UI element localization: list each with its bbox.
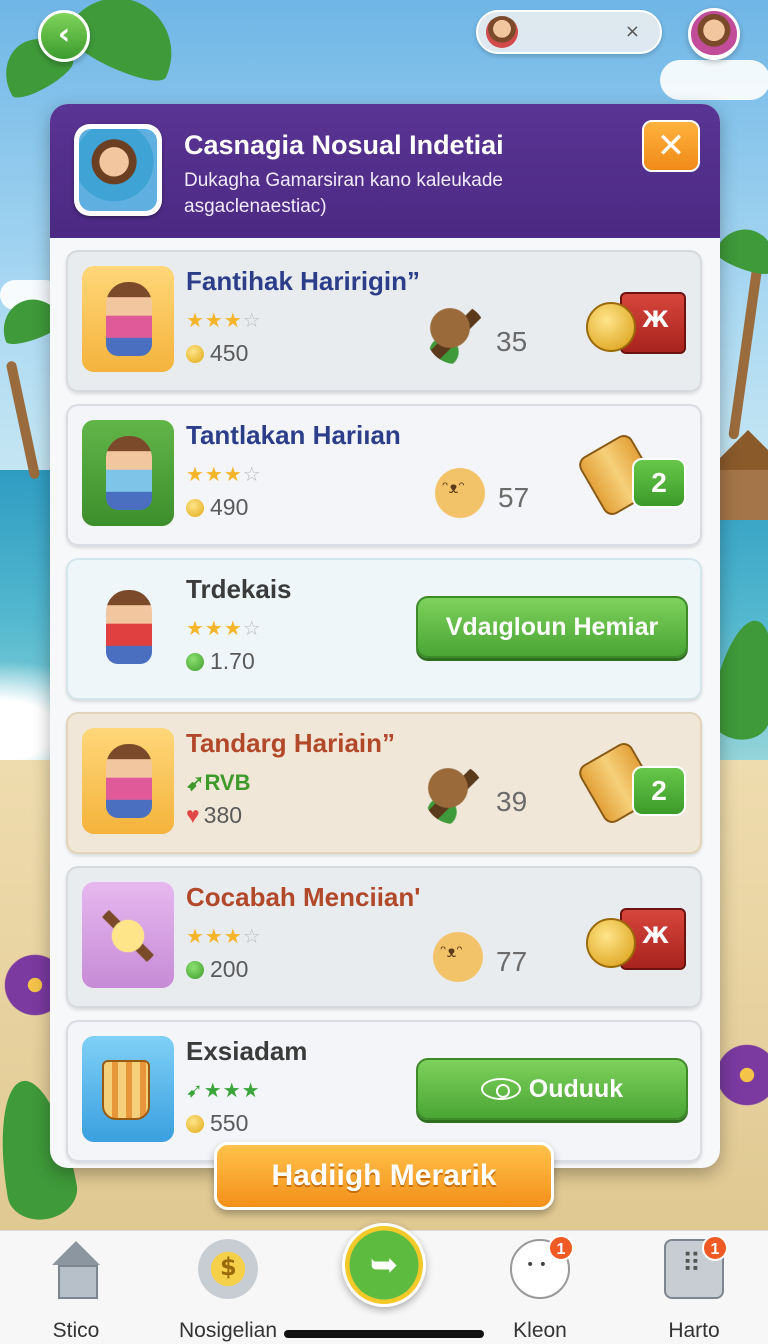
face-icon: 1 (510, 1235, 574, 1299)
coin-icon (186, 499, 204, 517)
quest-card[interactable]: Trdekais ★★★☆ 1.70 Vdaıgloun Hemiar (66, 558, 702, 700)
quest-cost: 1.70 (186, 648, 255, 675)
rewards-cta-button[interactable]: Hadiigh Merarik (214, 1142, 554, 1210)
star-rating: ★★★☆ (186, 462, 262, 486)
rvb-badge: ➹RVB (186, 770, 251, 795)
quest-cost: 490 (186, 494, 248, 521)
drink-icon (82, 1036, 174, 1142)
quest-cost: 450 (186, 340, 248, 367)
avatar (486, 16, 518, 48)
bottom-nav: Stico Nosigelian ➥ 1 Kleon 1 Harto (0, 1223, 768, 1344)
star-rating: ★★★☆ (186, 924, 262, 948)
quest-card[interactable]: Fantihak Haririgin” ★★★☆ 450 35 (66, 250, 702, 392)
profile-pill[interactable]: × (476, 10, 662, 54)
quest-cost: ♥ 380 (186, 802, 243, 828)
character-icon (82, 266, 174, 372)
slingshot-icon (82, 882, 174, 988)
pastry-reward-icon[interactable]: 2 (575, 431, 686, 519)
gem-icon (186, 653, 204, 671)
pastry-reward-icon[interactable]: 2 (575, 739, 686, 827)
star-rating: ★★★☆ (186, 308, 262, 332)
quest-title: Trdekais (186, 574, 292, 604)
coin-icon (186, 1115, 204, 1133)
quest-title: Fantihak Haririgin” (186, 266, 421, 296)
home-indicator (284, 1330, 484, 1338)
gem-icon (186, 961, 204, 979)
close-button[interactable]: ✕ (642, 120, 700, 172)
quest-card[interactable]: Exsiadam ➹★★★ 550 Ouduuk (66, 1020, 702, 1162)
panel-header: Casnagia Nosual Indetiai Dukagha Gamarsi… (50, 104, 720, 238)
quest-title: Exsiadam (186, 1036, 308, 1066)
event-panel: Casnagia Nosual Indetiai Dukagha Gamarsi… (50, 104, 720, 1168)
coin-gear-icon (198, 1239, 258, 1299)
coconut-item-icon (426, 304, 486, 364)
quest-card[interactable]: Cocabah Menciian' ★★★☆ 200 77 (66, 866, 702, 1008)
eye-icon (480, 1078, 521, 1100)
notification-badge: 1 (702, 1235, 728, 1261)
item-count: 57 (498, 482, 530, 513)
home-icon (46, 1239, 106, 1299)
nav-item-harto[interactable]: 1 Harto (634, 1235, 754, 1342)
quest-title: Tandarg Hariain” (186, 728, 396, 758)
quest-cost: 550 (186, 1110, 248, 1137)
quest-action-button[interactable]: Vdaıgloun Hemiar (416, 596, 688, 658)
reward-count-badge: 2 (632, 458, 686, 508)
star-rating: ➹★★★ (186, 1078, 261, 1102)
critter-item-icon (430, 460, 490, 520)
computer-icon: 1 (664, 1235, 728, 1299)
character-icon (82, 574, 174, 680)
close-icon[interactable]: × (625, 21, 640, 42)
back-button[interactable]: ‹ (38, 10, 90, 62)
close-icon: ✕ (656, 126, 686, 166)
quest-card[interactable]: Tandarg Hariain” ➹RVB ♥ 380 39 2 (66, 712, 702, 854)
panel-title: Casnagia Nosual Indetiai (184, 130, 504, 160)
coin-icon (186, 345, 204, 363)
notification-badge: 1 (548, 1235, 574, 1261)
chevron-left-icon: ‹ (57, 17, 71, 52)
nav-item-kleon[interactable]: 1 Kleon (480, 1235, 600, 1342)
quest-action-button[interactable]: Ouduuk (416, 1058, 688, 1120)
header-character-icon (74, 124, 162, 216)
critter-item-icon (428, 924, 488, 984)
quest-card[interactable]: Tantlakan Hariıan ★★★☆ 490 57 2 (66, 404, 702, 546)
quest-title: Cocabah Menciian' (186, 882, 421, 912)
quest-title: Tantlakan Hariıan (186, 420, 401, 450)
quest-cost: 200 (186, 956, 248, 983)
chest-reward-icon[interactable] (586, 284, 686, 362)
character-icon (82, 728, 174, 834)
nav-item-stico[interactable]: Stico (16, 1239, 136, 1342)
heart-icon: ♥ (186, 802, 200, 828)
nav-item-nosigelian[interactable]: Nosigelian (168, 1239, 288, 1342)
character-icon (82, 420, 174, 526)
profile-avatar[interactable] (688, 8, 740, 60)
item-count: 39 (496, 786, 528, 817)
item-count: 35 (496, 326, 528, 357)
reward-count-badge: 2 (632, 766, 686, 816)
coconut-item-icon (424, 764, 484, 824)
center-action-icon: ➥ (369, 1245, 399, 1285)
center-action-button[interactable]: ➥ (342, 1223, 426, 1307)
item-count: 77 (496, 946, 528, 977)
star-rating: ★★★☆ (186, 616, 262, 640)
chest-reward-icon[interactable] (586, 900, 686, 978)
panel-subtitle: Dukagha Gamarsiran kano kaleukade asgacl… (184, 170, 503, 217)
